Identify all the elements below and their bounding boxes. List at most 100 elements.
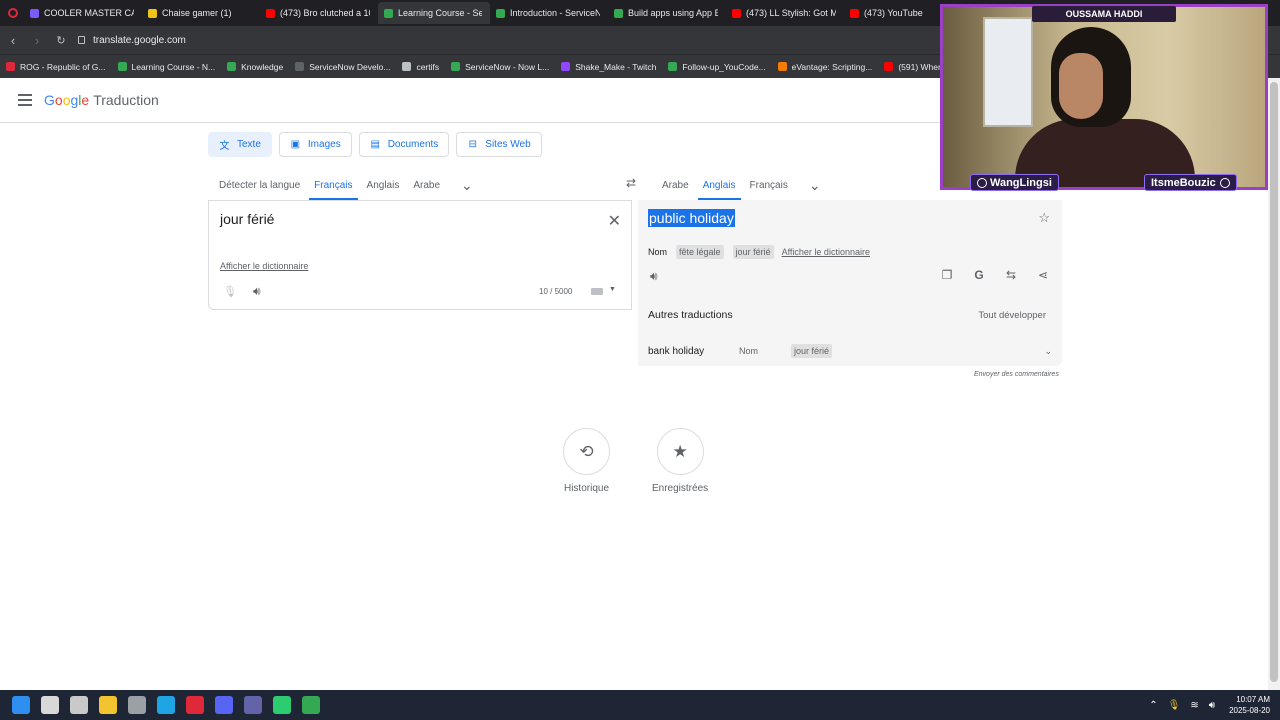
windows-taskbar: ⌃ 🎙︎ ≋ 🔊︎ 10:07 AM 2025-08-20 [0, 690, 1280, 720]
chevron-down-icon[interactable]: ⌄ [1044, 346, 1052, 357]
send-feedback-link[interactable]: Envoyer des commentaires [974, 371, 1059, 378]
bookmark-favicon-icon [668, 62, 678, 71]
bookmark-favicon-icon [451, 62, 461, 71]
source-dictionary-link[interactable]: Afficher le dictionnaire [220, 261, 308, 271]
share-icon[interactable]: ⋖ [1036, 268, 1050, 282]
keyboard-icon[interactable] [591, 288, 603, 295]
browser-tab[interactable]: (473) Bro clutched a 100K [260, 2, 378, 24]
volume-icon[interactable]: 🔊︎ [1209, 700, 1215, 711]
alternative-chip[interactable]: fête légale [676, 245, 724, 259]
scrollbar-thumb[interactable] [1270, 82, 1278, 682]
bookmark-item[interactable]: Knowledge [227, 62, 283, 72]
file-explorer-icon[interactable] [41, 696, 59, 714]
settings-icon[interactable] [128, 696, 146, 714]
bookmark-item[interactable]: Learning Course - N... [117, 62, 215, 72]
back-icon[interactable]: ‹ [2, 29, 24, 51]
browser-tab[interactable]: Learning Course - Service [378, 2, 490, 24]
language-tab[interactable]: Arabe [655, 170, 696, 200]
clear-source-icon[interactable]: ✕ [608, 211, 621, 231]
rate-translation-icon[interactable]: ⇆ [1004, 268, 1018, 282]
folder-icon[interactable] [99, 696, 117, 714]
clock[interactable]: 10:07 AM 2025-08-20 [1229, 694, 1270, 716]
bookmark-item[interactable]: Follow-up_YouCode... [668, 62, 766, 72]
reload-icon[interactable]: ↻ [50, 29, 72, 51]
browser-tab[interactable]: Build apps using App Eng [608, 2, 726, 24]
history-button[interactable]: ⟲ Historique [563, 428, 610, 494]
language-tab[interactable]: Français [307, 170, 359, 200]
google-translate-logo[interactable]: Google Traduction [44, 92, 159, 108]
logo-letter: o [54, 92, 63, 108]
more-languages-chevron-icon[interactable]: ⌄ [809, 177, 821, 194]
url-text[interactable]: translate.google.com [93, 35, 186, 46]
bookmark-favicon-icon [777, 62, 787, 71]
chevron-up-icon[interactable]: ⌃ [1149, 700, 1157, 711]
saved-button[interactable]: ★ Enregistrées [652, 428, 708, 494]
viewer-tag-right: ItsmeBouzic [1144, 174, 1237, 191]
bookmark-label: eVantage: Scripting... [791, 61, 873, 72]
more-languages-chevron-icon[interactable]: ⌄ [461, 177, 473, 194]
menu-icon[interactable] [18, 94, 32, 106]
windows-start-icon[interactable] [12, 696, 30, 714]
save-translation-star-icon[interactable]: ☆ [1038, 210, 1050, 226]
mic-tray-icon[interactable]: 🎙︎ [1168, 700, 1181, 711]
task-view-icon[interactable] [70, 696, 88, 714]
target-dictionary-link[interactable]: Afficher le dictionnaire [782, 247, 870, 257]
system-tray: ⌃ 🎙︎ ≋ 🔊︎ 10:07 AM 2025-08-20 [1149, 690, 1270, 720]
teams-icon[interactable] [244, 696, 262, 714]
keyboard-dropdown-icon[interactable]: ▼ [609, 286, 616, 293]
forward-icon[interactable]: › [26, 29, 48, 51]
translation-output[interactable]: public holiday [648, 209, 735, 227]
listen-source-icon[interactable]: 🔊︎ [253, 284, 261, 299]
tab-label: (473) YouTube [864, 8, 923, 18]
bookmark-item[interactable]: eVantage: Scripting... [777, 61, 873, 72]
listen-translation-icon[interactable]: 🔊︎ [650, 269, 658, 284]
bookmark-label: ROG - Republic of G... [20, 61, 106, 72]
browser-tab[interactable]: Introduction - ServiceNow [490, 2, 608, 24]
browser-tab[interactable]: (473) LL Stylish: Got Midl [726, 2, 844, 24]
app-icon[interactable] [273, 696, 291, 714]
tab-list: COOLER MASTER CALIBER Chaise gamer (1) (47… [24, 2, 962, 24]
star-icon[interactable]: ★ [656, 428, 704, 475]
url-field[interactable]: translate.google.com [78, 35, 186, 46]
other-translation-chip[interactable]: jour férié [791, 344, 833, 358]
google-search-icon[interactable]: G [972, 268, 986, 282]
swap-languages-icon[interactable]: ⇄ [626, 176, 636, 190]
document-icon: ▤ [370, 139, 380, 150]
mode-documents-button[interactable]: ▤ Documents [358, 132, 450, 157]
chrome-icon[interactable] [302, 696, 320, 714]
history-icon[interactable]: ⟲ [563, 428, 610, 475]
page-scrollbar[interactable] [1268, 78, 1280, 690]
alternative-chip[interactable]: jour férié [732, 245, 774, 259]
source-text-input[interactable]: jour férié [220, 211, 274, 227]
bookmark-label: ServiceNow Develo... [309, 61, 391, 72]
language-tab[interactable]: Arabe [406, 170, 447, 200]
edge-icon[interactable] [157, 696, 175, 714]
expand-all-button[interactable]: Tout développer [978, 310, 1046, 321]
language-tab[interactable]: Anglais [696, 170, 743, 200]
viewer-name-left: WangLingsi [990, 176, 1052, 189]
mode-texte-button[interactable]: 文 Texte [208, 132, 272, 157]
mode-label: Texte [237, 139, 261, 150]
bookmark-item[interactable]: ServiceNow Develo... [295, 62, 390, 72]
bookmark-item[interactable]: Shake_Make - Twitch [561, 62, 656, 72]
browser-tab[interactable]: Chaise gamer (1) [142, 2, 260, 24]
mode-images-button[interactable]: ▣ Images [278, 132, 352, 157]
bookmark-item[interactable]: ROG - Republic of G... [6, 62, 106, 72]
language-tab[interactable]: Anglais [360, 170, 407, 200]
language-tab[interactable]: Français [743, 170, 795, 200]
microphone-icon[interactable]: 🎙︎ [223, 285, 237, 298]
discord-icon[interactable] [215, 696, 233, 714]
tab-favicon-icon [384, 8, 393, 18]
webcam-window [983, 17, 1033, 127]
copy-icon[interactable]: ❐ [940, 268, 954, 282]
wifi-icon[interactable]: ≋ [1190, 700, 1198, 711]
bookmark-item[interactable]: certifs [402, 62, 439, 72]
opera-logo-icon[interactable] [8, 8, 18, 18]
mode-sites-web-button[interactable]: ⊟ Sites Web [456, 132, 542, 157]
other-translation-row[interactable]: bank holiday Nom jour férié ⌄ [648, 344, 1052, 358]
bookmark-favicon-icon [6, 62, 15, 71]
browser-tab[interactable]: COOLER MASTER CALIBER [24, 2, 142, 24]
opera-gx-icon[interactable] [186, 696, 204, 714]
language-tab[interactable]: Détecter la langue [212, 170, 307, 200]
bookmark-item[interactable]: ServiceNow - Now L... [451, 62, 549, 72]
